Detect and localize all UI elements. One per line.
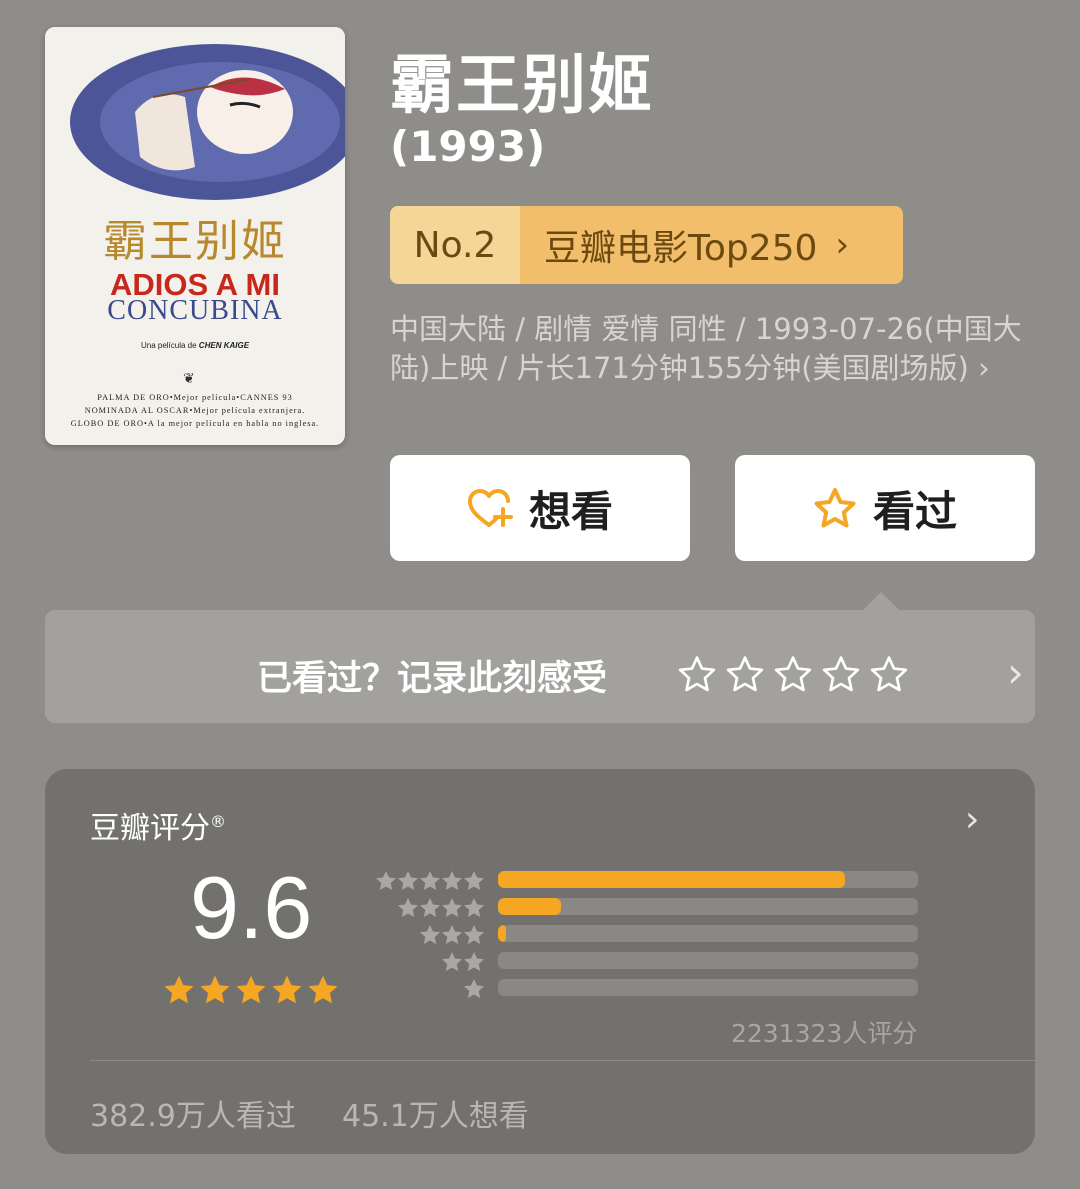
rating-input-stars[interactable] <box>677 654 909 694</box>
star-small-icon <box>442 951 462 971</box>
star-small-icon <box>376 870 396 890</box>
distribution-bar-track <box>498 871 918 888</box>
divider <box>90 1060 1035 1061</box>
movie-meta-info[interactable]: 中国大陆 / 剧情 爱情 同性 / 1993-07-26(中国大陆)上映 / 片… <box>390 310 1040 388</box>
star-filled-icon <box>200 975 230 1004</box>
distribution-stars <box>375 897 485 918</box>
chevron-right-icon[interactable]: › <box>965 799 979 840</box>
distribution-bar-fill <box>498 871 845 888</box>
heart-plus-icon <box>467 489 513 527</box>
distribution-stars <box>375 870 485 891</box>
star-outline-icon[interactable] <box>869 654 909 694</box>
distribution-stars <box>375 924 485 945</box>
star-small-icon <box>398 897 418 917</box>
star-small-icon <box>464 951 484 971</box>
star-outline-icon <box>814 488 856 528</box>
record-feeling-bar[interactable]: 已看过？记录此刻感受 › <box>45 610 1035 723</box>
poster-byline: Una película de CHEN KAIGE <box>140 341 250 350</box>
watched-label: 看过 <box>872 486 957 536</box>
distribution-bar-fill <box>498 925 507 942</box>
distribution-row-4-star <box>375 896 918 918</box>
rank-number: No.2 <box>390 206 520 284</box>
distribution-row-5-star <box>375 869 918 891</box>
movie-title: 霸王别姬 <box>390 49 654 123</box>
star-small-icon <box>464 897 484 917</box>
distribution-bar-track <box>498 925 918 942</box>
star-small-icon <box>464 924 484 944</box>
top250-rank-badge[interactable]: No.2 豆瓣电影Top250 › <box>390 206 903 284</box>
star-filled-icon <box>308 975 338 1004</box>
watched-count[interactable]: 382.9万人看过 <box>90 1091 296 1135</box>
poster-artwork <box>45 27 345 227</box>
star-outline-icon[interactable] <box>821 654 861 694</box>
distribution-row-1-star <box>375 977 918 999</box>
star-outline-icon[interactable] <box>725 654 765 694</box>
star-small-icon <box>398 870 418 890</box>
watched-button[interactable]: 看过 <box>735 455 1035 561</box>
poster-chinese-title: 霸王别姬 <box>103 216 287 267</box>
movie-year: (1993) <box>390 122 546 171</box>
want-to-watch-label: 想看 <box>528 486 613 536</box>
poster-credits: PALMA DE ORO•Mejor película•CANNES 93 NO… <box>70 393 320 428</box>
distribution-bar-track <box>498 952 918 969</box>
star-small-icon <box>420 897 440 917</box>
distribution-stars <box>375 978 485 999</box>
star-outline-icon[interactable] <box>677 654 717 694</box>
rating-heading: 豆瓣评分® <box>90 811 226 846</box>
douban-rating-card[interactable]: 豆瓣评分® › 9.6 2231323人评分 382.9万人看过 45.1万人想… <box>45 769 1035 1154</box>
star-outline-icon[interactable] <box>773 654 813 694</box>
star-small-icon <box>442 897 462 917</box>
rank-list-name: 豆瓣电影Top250 <box>544 228 818 269</box>
rating-score: 9.6 <box>190 858 313 957</box>
poster-spanish-title-line2: CONCUBINA <box>107 295 283 326</box>
star-small-icon <box>420 870 440 890</box>
record-prompt: 已看过？记录此刻感受 <box>257 659 608 699</box>
distribution-bar-track <box>498 979 918 996</box>
palm-icon: ❦ <box>183 371 195 387</box>
want-to-watch-button[interactable]: 想看 <box>390 455 690 561</box>
chevron-right-icon: › <box>1007 648 1024 697</box>
star-small-icon <box>442 870 462 890</box>
star-small-icon <box>442 924 462 944</box>
rank-list-link: 豆瓣电影Top250 › <box>520 206 903 284</box>
rating-count: 2231323人评分 <box>731 1019 918 1048</box>
star-filled-icon <box>272 975 302 1004</box>
distribution-bar-track <box>498 898 918 915</box>
star-small-icon <box>464 870 484 890</box>
movie-poster[interactable]: 霸王别姬 ADIOS A MI CONCUBINA Una película d… <box>45 27 345 445</box>
chevron-right-icon: › <box>835 225 850 265</box>
star-filled-icon <box>164 975 194 1004</box>
want-count[interactable]: 45.1万人想看 <box>342 1091 529 1135</box>
star-small-icon <box>464 978 484 998</box>
distribution-bar-fill <box>498 898 561 915</box>
distribution-row-2-star <box>375 950 918 972</box>
popover-caret <box>863 592 899 610</box>
score-stars <box>163 974 339 1005</box>
distribution-stars <box>375 951 485 972</box>
star-filled-icon <box>236 975 266 1004</box>
star-small-icon <box>420 924 440 944</box>
distribution-row-3-star <box>375 923 918 945</box>
